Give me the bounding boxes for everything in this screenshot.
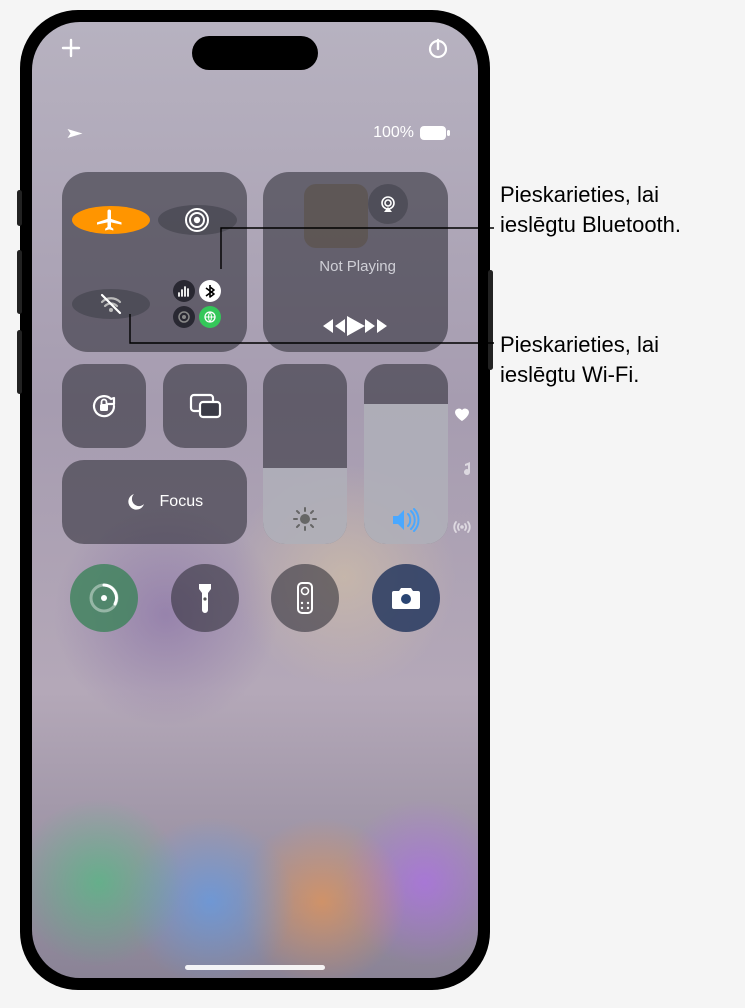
callout-bluetooth: Pieskarieties, lai ieslēgtu Bluetooth. — [500, 180, 730, 239]
wifi-button[interactable] — [72, 289, 150, 319]
page-dots — [452, 406, 472, 541]
screen-mirror-icon — [188, 392, 222, 420]
moon-icon — [124, 490, 148, 514]
airplay-icon — [378, 194, 398, 214]
broadcast-icon[interactable] — [452, 518, 472, 541]
volume-up-button — [17, 250, 22, 314]
volume-down-button — [17, 330, 22, 394]
control-center-grid: Not Playing — [62, 172, 448, 640]
phone-frame: 100% — [20, 10, 490, 990]
flashlight-icon — [196, 582, 214, 614]
skip-back-icon[interactable] — [323, 317, 347, 335]
screen-mirror-button[interactable] — [163, 364, 247, 448]
side-button — [488, 270, 493, 370]
cellular-icon — [173, 280, 195, 302]
airdrop-button[interactable] — [158, 205, 236, 235]
airplane-status-icon — [66, 126, 84, 149]
focus-button[interactable]: Focus — [62, 460, 247, 544]
rotation-lock-icon — [87, 389, 121, 423]
airplane-mode-button[interactable] — [72, 206, 150, 234]
favorites-icon[interactable] — [453, 406, 471, 427]
now-playing-label: Not Playing — [319, 258, 396, 275]
screen: 100% — [32, 22, 478, 978]
volume-icon — [364, 508, 448, 532]
bluetooth-icon — [199, 280, 221, 302]
callout-wifi: Pieskarieties, lai ieslēgtu Wi-Fi. — [500, 330, 735, 389]
status-bar: 100% — [373, 124, 450, 142]
focus-label: Focus — [160, 493, 204, 511]
camera-icon — [390, 585, 422, 611]
airplay-button[interactable] — [368, 184, 408, 224]
brightness-icon — [263, 506, 347, 532]
album-art — [304, 184, 368, 248]
battery-icon — [420, 126, 450, 140]
add-icon[interactable] — [60, 37, 82, 59]
vpn-icon — [199, 306, 221, 328]
brightness-slider[interactable] — [263, 364, 347, 544]
silent-switch — [17, 190, 22, 226]
flashlight-button[interactable] — [171, 564, 239, 632]
airdrop-icon — [182, 205, 212, 235]
remote-icon — [297, 582, 313, 614]
remote-button[interactable] — [271, 564, 339, 632]
timer-button[interactable] — [70, 564, 138, 632]
power-icon[interactable] — [426, 36, 450, 60]
camera-button[interactable] — [372, 564, 440, 632]
dynamic-island — [192, 36, 318, 70]
battery-percent: 100% — [373, 124, 414, 142]
connectivity-group[interactable] — [62, 172, 247, 352]
hotspot-icon — [173, 306, 195, 328]
volume-slider[interactable] — [364, 364, 448, 544]
music-icon[interactable] — [454, 461, 470, 484]
more-connectivity[interactable] — [158, 280, 236, 328]
skip-forward-icon[interactable] — [365, 317, 389, 335]
wifi-off-icon — [96, 289, 126, 319]
airplane-icon — [97, 206, 125, 234]
play-icon[interactable] — [347, 316, 365, 336]
rotation-lock-button[interactable] — [62, 364, 146, 448]
home-indicator — [185, 965, 325, 970]
media-controls[interactable]: Not Playing — [263, 172, 448, 352]
transport-controls — [317, 316, 395, 340]
timer-icon — [87, 581, 121, 615]
